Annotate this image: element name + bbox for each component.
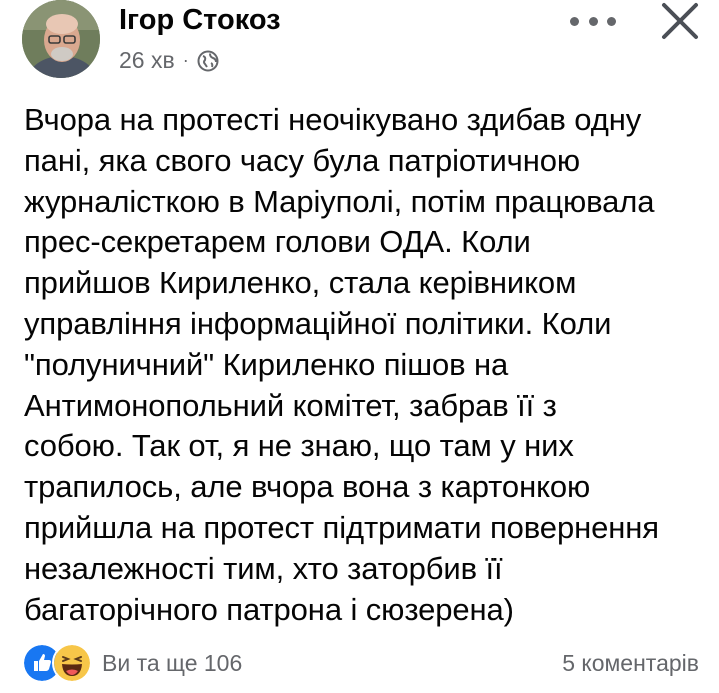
post-text-line: багаторічного патрона і сюзерена) (24, 591, 514, 627)
post-text-line: управління інформаційної політики. Коли (24, 305, 612, 341)
post-text-line: пані, яка свого часу була патріотичною (24, 142, 581, 178)
facebook-post: Ігор Стокоз 26 хв · Вчора на протесті не… (0, 0, 719, 693)
post-time[interactable]: 26 хв (119, 47, 175, 74)
more-horizontal-icon-dot (588, 16, 598, 26)
reactions-summary[interactable]: Ви та ще 106 (22, 643, 242, 683)
post-text-line: Вчора на протесті неочікувано здибав одн… (24, 102, 642, 137)
globe-icon[interactable] (197, 50, 219, 72)
post-text-line: прийшла на протест підтримати повернення (24, 509, 659, 545)
post-text-line: журналісткою в Маріуполі, потім працювал… (24, 183, 655, 219)
reaction-count[interactable]: Ви та ще 106 (102, 650, 242, 677)
close-icon[interactable] (659, 0, 701, 42)
comments-count-link[interactable]: 5 коментарів (562, 650, 699, 677)
post-text-line: незалежності тим, хто заторбив її (24, 550, 503, 586)
more-horizontal-icon-dot (570, 16, 579, 26)
meta-separator: · (182, 50, 189, 70)
post-text-line: прийшов Кириленко, стала керівником (24, 265, 577, 301)
post-text: Вчора на протесті неочікувано здибав одн… (24, 100, 714, 630)
post-text-line: Антимонопольний комітет, забрав її з (24, 387, 557, 423)
post-text-line: собою. Так от, я не знаю, що там у них (24, 428, 574, 464)
post-text-line: "полуничний" Кириленко пішов на (24, 346, 509, 382)
more-options-button[interactable] (570, 8, 616, 34)
author-name[interactable]: Ігор Стокоз (119, 4, 281, 37)
avatar-photo (22, 0, 100, 78)
post-meta: 26 хв · (119, 47, 219, 74)
haha-icon (52, 643, 92, 683)
more-horizontal-icon-dot (607, 16, 616, 26)
post-text-line: трапилось, але вчора вона з картонкою (24, 469, 591, 505)
author-avatar[interactable] (22, 0, 100, 78)
post-text-line: прес-секретарем голови ОДА. Коли (24, 224, 531, 260)
